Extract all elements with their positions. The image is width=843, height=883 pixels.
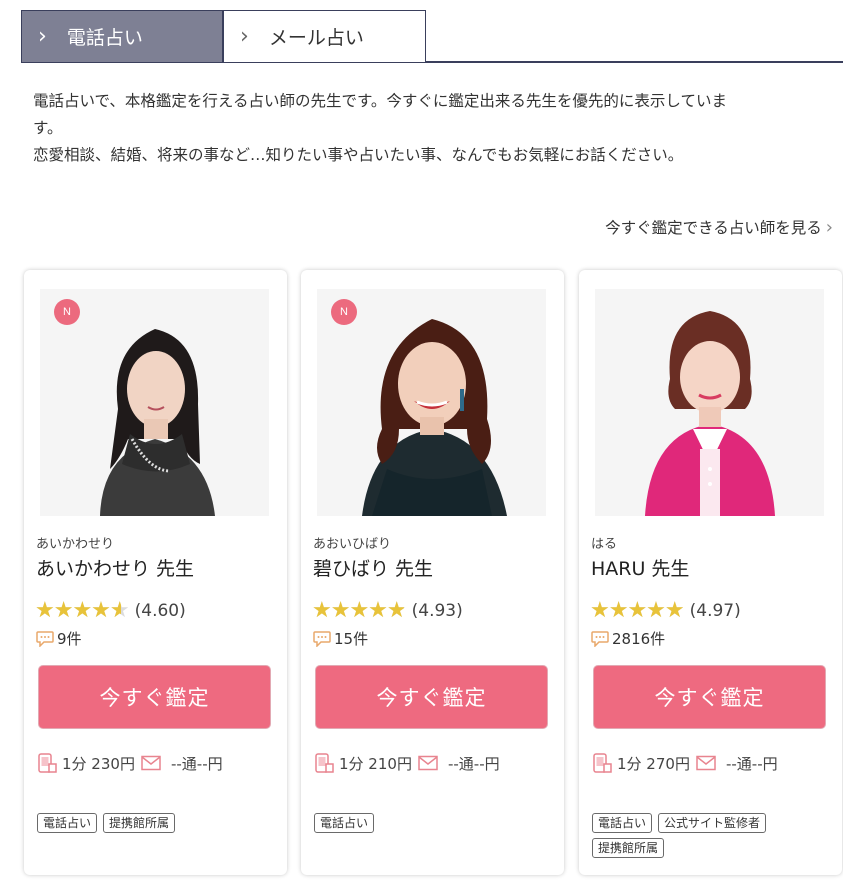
tag[interactable]: 電話占い [37, 813, 98, 833]
fortune-teller-kana: あいかわせり [36, 537, 115, 552]
new-badge: N [331, 299, 357, 325]
tab-bar: › 電話占い › メール占い [21, 10, 843, 63]
consult-now-button[interactable]: 今すぐ鑑定 [315, 665, 548, 729]
phone-price: 1分 270円 [617, 754, 690, 773]
fortune-teller-kana: はる [591, 537, 618, 552]
chevron-right-icon: › [240, 24, 249, 49]
tag[interactable]: 公式サイト監修者 [658, 813, 767, 833]
more-link-label: 今すぐ鑑定できる占い師を見る [605, 219, 822, 237]
price-info: 1分 230円 --通--円 [36, 752, 223, 774]
rating: ★★★★★ ★★★★★ (4.97) [590, 600, 741, 622]
tag-list: 電話占い 提携館所属 [37, 813, 277, 833]
fortune-teller-card[interactable]: N あいかわせり あいかわせり 先生 ★★★★★ ★★★★★ (4.60) 9件 … [24, 270, 287, 875]
mail-price: --通--円 [725, 754, 778, 773]
fortune-teller-photo[interactable] [595, 289, 824, 516]
fortune-teller-kana: あおいひばり [313, 537, 392, 552]
price-info: 1分 210円 --通--円 [313, 752, 500, 774]
tag-list: 電話占い [314, 813, 554, 833]
fortune-teller-photo[interactable]: N [40, 289, 269, 516]
star-rating-icon: ★★★★★ ★★★★★ [312, 598, 407, 623]
intro-line: 恋愛相談、結婚、将来の事など…知りたい事や占いたい事、なんでもお気軽にお話くださ… [33, 146, 684, 164]
tab-phone-fortune[interactable]: › 電話占い [21, 10, 223, 62]
mail-icon [141, 755, 161, 771]
mail-price: --通--円 [447, 754, 500, 773]
new-badge: N [54, 299, 80, 325]
review-count[interactable]: 15件 [313, 628, 368, 649]
consult-now-button[interactable]: 今すぐ鑑定 [593, 665, 826, 729]
fortune-teller-card[interactable]: はる HARU 先生 ★★★★★ ★★★★★ (4.97) 2816件 今すぐ鑑定… [579, 270, 842, 875]
fortune-teller-photo[interactable]: N [317, 289, 546, 516]
phone-icon [38, 753, 57, 773]
fortune-teller-name[interactable]: 碧ひばり 先生 [313, 554, 433, 581]
tab-label: 電話占い [66, 27, 143, 49]
review-count-label: 2816件 [612, 630, 666, 648]
star-rating-icon: ★★★★★ ★★★★★ [35, 598, 130, 623]
consult-now-button[interactable]: 今すぐ鑑定 [38, 665, 271, 729]
rating: ★★★★★ ★★★★★ (4.93) [312, 600, 463, 622]
fortune-teller-card[interactable]: N あおいひばり 碧ひばり 先生 ★★★★★ ★★★★★ (4.93) 15件 今… [301, 270, 564, 875]
speech-bubble-icon [36, 630, 54, 647]
review-count-label: 15件 [334, 630, 369, 648]
mail-icon [696, 755, 716, 771]
phone-icon [593, 753, 612, 773]
speech-bubble-icon [591, 630, 609, 647]
phone-price: 1分 210円 [339, 754, 412, 773]
price-info: 1分 270円 --通--円 [591, 752, 778, 774]
fortune-teller-name[interactable]: HARU 先生 [591, 554, 689, 581]
review-count[interactable]: 9件 [36, 628, 82, 649]
rating-score: (4.93) [411, 601, 463, 621]
tag[interactable]: 電話占い [314, 813, 375, 833]
chevron-right-icon: › [825, 216, 833, 238]
mail-price: --通--円 [170, 754, 223, 773]
tag[interactable]: 提携館所属 [592, 838, 665, 858]
tag[interactable]: 電話占い [592, 813, 653, 833]
rating-score: (4.60) [134, 601, 186, 621]
intro-text: 電話占いで、本格鑑定を行える占い師の先生です。今すぐに鑑定出来る先生を優先的に表… [33, 88, 833, 169]
rating: ★★★★★ ★★★★★ (4.60) [35, 600, 186, 622]
star-rating-icon: ★★★★★ ★★★★★ [590, 598, 685, 623]
fortune-teller-name[interactable]: あいかわせり 先生 [36, 554, 194, 581]
chevron-right-icon: › [38, 24, 47, 49]
review-count-label: 9件 [57, 630, 82, 648]
speech-bubble-icon [313, 630, 331, 647]
phone-icon [315, 753, 334, 773]
rating-score: (4.97) [689, 601, 741, 621]
tag-list: 電話占い 公式サイト監修者 提携館所属 [592, 813, 832, 858]
phone-price: 1分 230円 [62, 754, 135, 773]
review-count[interactable]: 2816件 [591, 628, 665, 649]
see-available-fortune-tellers-link[interactable]: 今すぐ鑑定できる占い師を見る › [605, 216, 833, 238]
tab-label: メール占い [268, 27, 364, 49]
tag[interactable]: 提携館所属 [103, 813, 176, 833]
intro-line: 電話占いで、本格鑑定を行える占い師の先生です。今すぐに鑑定出来る先生を優先的に表… [33, 92, 727, 110]
tab-mail-fortune[interactable]: › メール占い [223, 10, 426, 62]
intro-line: す。 [33, 119, 63, 137]
mail-icon [418, 755, 438, 771]
